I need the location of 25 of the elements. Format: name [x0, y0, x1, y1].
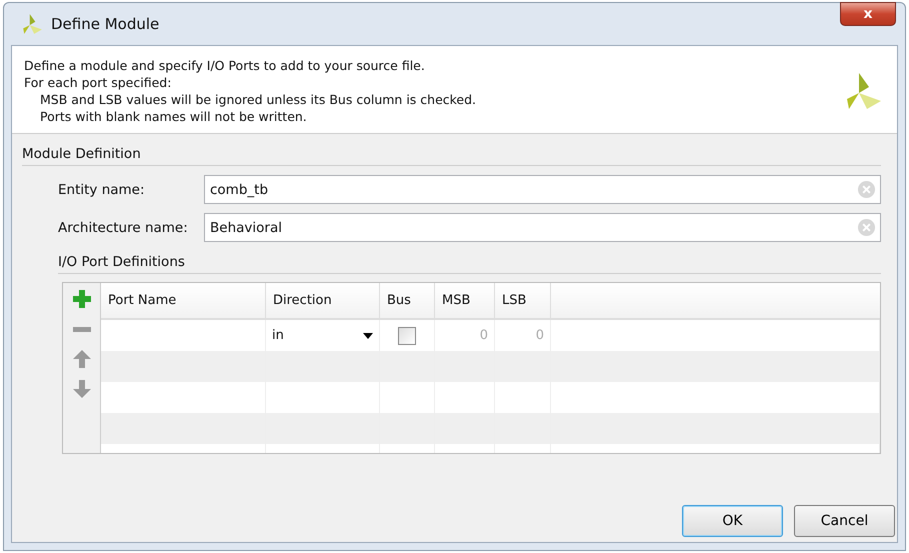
column-header[interactable]: LSB [495, 283, 551, 320]
window-title: Define Module [51, 15, 160, 33]
field-label: Architecture name: [58, 220, 189, 236]
description-text: For each port specified: [24, 74, 172, 90]
column-header[interactable]: Direction [266, 283, 380, 320]
ok-button[interactable]: OK [682, 505, 783, 537]
section-title: Module Definition [22, 146, 141, 162]
cancel-button[interactable]: Cancel [794, 505, 895, 537]
column-header[interactable]: MSB [435, 283, 495, 320]
bus-checkbox[interactable] [398, 326, 416, 344]
dropdown-arrow-icon[interactable] [363, 332, 373, 338]
description-text: Define a module and specify I/O Ports to add to your source file. [24, 58, 426, 72]
description-text: MSB and LSB values will be ignored unless its Bus column is checked. [40, 92, 476, 106]
text-field[interactable]: Behavioral [204, 213, 881, 242]
close-button[interactable]: x [840, 2, 896, 26]
column-header[interactable]: Port Name [101, 283, 266, 320]
clear-icon[interactable] [857, 180, 876, 199]
text-field[interactable]: comb_tb [204, 175, 881, 204]
description-text: Ports with blank names will not be written. [40, 108, 308, 124]
field-label: Entity name: [58, 182, 146, 198]
logo-icon [21, 13, 43, 35]
column-header[interactable]: Bus [380, 283, 435, 320]
section-title: I/O Port Definitions [58, 254, 185, 270]
clear-icon[interactable] [857, 218, 876, 237]
add-icon[interactable] [72, 289, 92, 309]
